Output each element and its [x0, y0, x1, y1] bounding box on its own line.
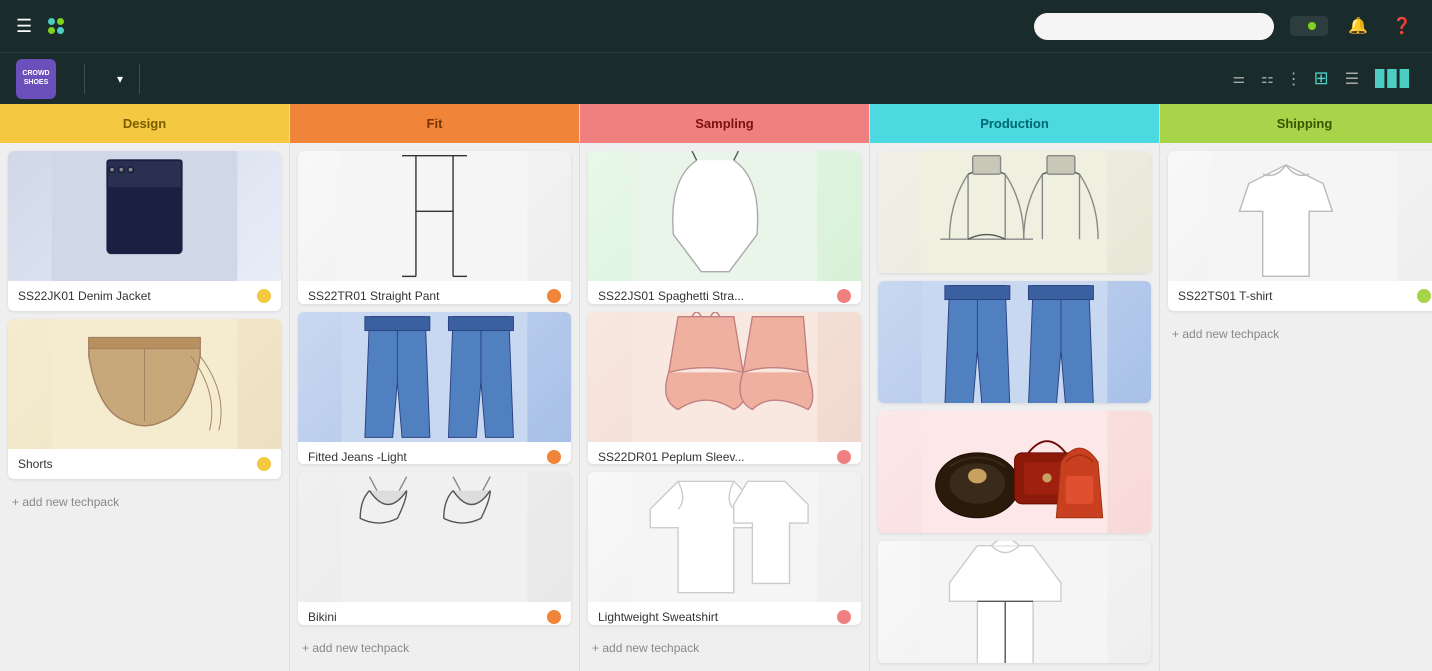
nav-divider-2	[139, 64, 140, 94]
card-image	[298, 312, 571, 442]
column-header-production: Production	[870, 104, 1159, 143]
card-footer: SS22TS01 T-shirt	[1168, 281, 1432, 311]
notification-icon[interactable]: 🔔	[1344, 12, 1372, 40]
list-item[interactable]: Lightweight Sweatshirt	[588, 472, 861, 625]
card-title: SS22DR01 Peplum Sleev...	[598, 450, 745, 464]
card-image	[588, 472, 861, 602]
add-techpack-button[interactable]: + add new techpack	[1168, 319, 1432, 349]
logo-dot-1	[48, 18, 55, 25]
column-design: Design SS22JK01 Denim Jacket Shorts + add…	[0, 104, 290, 671]
board-container: Design SS22JK01 Denim Jacket Shorts + add…	[0, 104, 1432, 671]
whats-new-button[interactable]	[1290, 16, 1328, 36]
list-item[interactable]: SS22TS01 T-shirt	[1168, 151, 1432, 311]
list-item[interactable]: SS22TP01 Bell Sleeves Top	[878, 151, 1151, 273]
card-title: SS22JS01 Spaghetti Stra...	[598, 289, 744, 303]
list-item[interactable]: SS22JS01 Fitted Jeans D...	[878, 281, 1151, 403]
list-item[interactable]: SS22JK01 Denim Jacket	[8, 151, 281, 311]
card-title: SS22JK01 Denim Jacket	[18, 289, 151, 303]
list-view-icon[interactable]: ☰	[1341, 65, 1363, 93]
status-dot	[837, 289, 851, 303]
secondary-nav: CROWDSHOES ▾ ⚌ ⚏ ⋮ ⊞ ☰ ▊▊▊	[0, 52, 1432, 104]
column-fit: Fit SS22TR01 Straight Pant Fitted Jeans …	[290, 104, 580, 671]
grid-view-icon[interactable]: ⊞	[1310, 64, 1333, 93]
filter-icon[interactable]: ⚌	[1229, 66, 1250, 91]
card-image	[8, 319, 281, 449]
search-input[interactable]	[1034, 13, 1274, 40]
column-header-sampling: Sampling	[580, 104, 869, 143]
card-image	[878, 411, 1151, 533]
list-item[interactable]: Shoulder Bag	[878, 411, 1151, 533]
card-title: Bikini	[308, 610, 337, 624]
status-dot	[837, 610, 851, 624]
card-title: Shorts	[18, 457, 53, 471]
card-footer: SS22JK01 Denim Jacket	[8, 281, 281, 311]
card-image	[878, 281, 1151, 403]
add-techpack-button[interactable]: + add new techpack	[298, 633, 571, 663]
card-title: SS22TR01 Straight Pant	[308, 289, 439, 303]
list-item[interactable]: SS22JS01 Spaghetti Stra...	[588, 151, 861, 304]
logo-dots	[48, 18, 64, 34]
more-options-icon[interactable]: ⋮	[1286, 69, 1302, 89]
card-footer: Bikini	[298, 602, 571, 625]
card-image	[588, 151, 861, 281]
column-header-shipping: Shipping	[1160, 104, 1432, 143]
list-item[interactable]: Bikini	[298, 472, 571, 625]
status-dot	[257, 289, 271, 303]
column-production: Production SS22TP01 Bell Sleeves Top	[870, 104, 1160, 671]
sort-icon[interactable]: ⚏	[1257, 66, 1278, 91]
column-shipping: Shipping SS22TS01 T-shirt + add new techp…	[1160, 104, 1432, 671]
add-techpack-button[interactable]: + add new techpack	[588, 633, 861, 663]
card-image	[878, 151, 1151, 273]
top-nav: ☰ 🔍 🔔 ❓	[0, 0, 1432, 52]
card-title: Fitted Jeans -Light	[308, 450, 407, 464]
status-dot	[1417, 289, 1431, 303]
status-dot	[837, 450, 851, 464]
column-header-design: Design	[0, 104, 289, 143]
card-image	[8, 151, 281, 281]
menu-icon[interactable]: ☰	[16, 16, 32, 37]
help-icon[interactable]: ❓	[1388, 12, 1416, 40]
card-title: Lightweight Sweatshirt	[598, 610, 718, 624]
column-body-production: SS22TP01 Bell Sleeves Top SS22JS01 Fitte…	[870, 143, 1159, 671]
card-footer: SS22TR01 Straight Pant	[298, 281, 571, 304]
column-sampling: Sampling SS22JS01 Spaghetti Stra... SS22…	[580, 104, 870, 671]
card-title: SS22TS01 T-shirt	[1178, 289, 1273, 303]
column-body-fit: SS22TR01 Straight Pant Fitted Jeans -Lig…	[290, 143, 579, 671]
list-item[interactable]: SS22DR01 Peplum Sleev...	[588, 312, 861, 465]
list-item[interactable]: SS22TR01 Straight Pant	[298, 151, 571, 304]
status-dot	[547, 450, 561, 464]
column-header-fit: Fit	[290, 104, 579, 143]
card-image	[588, 312, 861, 442]
list-item[interactable]: Hoodie	[878, 541, 1151, 663]
column-body-design: SS22JK01 Denim Jacket Shorts + add new te…	[0, 143, 289, 671]
status-dot	[547, 289, 561, 303]
new-indicator	[1308, 22, 1316, 30]
column-body-sampling: SS22JS01 Spaghetti Stra... SS22DR01 Pepl…	[580, 143, 869, 671]
add-techpack-button[interactable]: + add new techpack	[8, 487, 281, 517]
brand-logo: CROWDSHOES	[16, 59, 56, 99]
card-image	[298, 472, 571, 602]
card-footer: Fitted Jeans -Light	[298, 442, 571, 465]
view-controls: ⚌ ⚏ ⋮ ⊞ ☰ ▊▊▊	[1229, 64, 1416, 93]
logo-dot-4	[57, 27, 64, 34]
list-item[interactable]: Shorts	[8, 319, 281, 479]
logo-dot-2	[57, 18, 64, 25]
card-image	[1168, 151, 1432, 281]
status-dot	[257, 457, 271, 471]
column-body-shipping: SS22TS01 T-shirt + add new techpack	[1160, 143, 1432, 671]
logo-area	[48, 18, 72, 34]
card-footer: SS22JS01 Spaghetti Stra...	[588, 281, 861, 304]
status-dot	[547, 610, 561, 624]
card-footer: Lightweight Sweatshirt	[588, 602, 861, 625]
bars-view-icon[interactable]: ▊▊▊	[1371, 65, 1416, 93]
card-footer: SS22DR01 Peplum Sleev...	[588, 442, 861, 465]
list-item[interactable]: Fitted Jeans -Light	[298, 312, 571, 465]
user-chevron-icon[interactable]: ▾	[117, 72, 123, 86]
nav-divider	[84, 64, 85, 94]
card-image	[298, 151, 571, 281]
search-wrap: 🔍	[1034, 13, 1274, 40]
logo-dot-3	[48, 27, 55, 34]
card-image	[878, 541, 1151, 663]
card-footer: Shorts	[8, 449, 281, 479]
